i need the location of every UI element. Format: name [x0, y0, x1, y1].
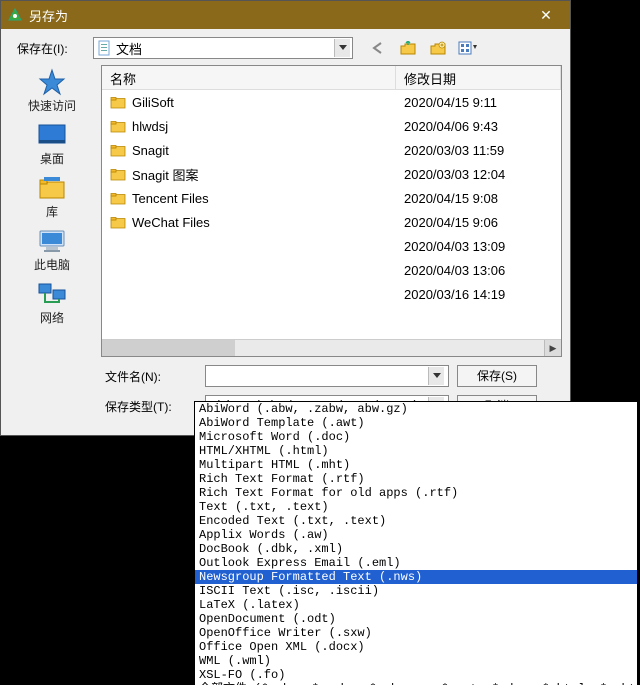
libraries-icon: [34, 173, 70, 203]
file-list-pane[interactable]: 名称 修改日期 GiliSoft 2020/04/15 9:11 hlwdsj 202…: [101, 65, 562, 357]
file-date: 2020/04/15 9:06: [396, 215, 561, 230]
file-date: 2020/04/03 13:09: [396, 239, 561, 254]
place-label: 网络: [40, 309, 64, 326]
filetype-option[interactable]: Newsgroup Formatted Text (.nws): [195, 570, 637, 584]
view-menu-button[interactable]: [457, 38, 479, 58]
place-label: 快速访问: [28, 97, 76, 114]
savein-label: 保存在(I):: [17, 40, 93, 57]
up-one-level-button[interactable]: [397, 38, 419, 58]
filetype-option[interactable]: HTML/XHTML (.html): [195, 444, 637, 458]
table-row[interactable]: Tencent Files 2020/04/15 9:08: [102, 186, 561, 210]
place-quick-access[interactable]: 快速访问: [17, 67, 87, 114]
horizontal-scrollbar[interactable]: ▶: [102, 339, 561, 356]
column-headers[interactable]: 名称 修改日期: [102, 66, 561, 90]
filetype-option[interactable]: XSL-FO (.fo): [195, 668, 637, 682]
save-as-dialog: 另存为 ✕ 保存在(I): 文档: [0, 0, 571, 436]
place-label: 此电脑: [34, 256, 70, 273]
filetype-option[interactable]: AbiWord Template (.awt): [195, 416, 637, 430]
file-name: hlwdsj: [132, 119, 168, 134]
filetype-option[interactable]: Outlook Express Email (.eml): [195, 556, 637, 570]
filetype-label: 保存类型(T):: [105, 398, 197, 415]
filetype-option[interactable]: Encoded Text (.txt, .text): [195, 514, 637, 528]
file-name: Tencent Files: [132, 191, 209, 206]
table-row[interactable]: Snagit 2020/03/03 11:59: [102, 138, 561, 162]
folder-icon: [110, 216, 126, 229]
savein-value: 文档: [116, 39, 334, 58]
table-row[interactable]: GiliSoft 2020/04/15 9:11: [102, 90, 561, 114]
table-row[interactable]: Snagit 图案 2020/03/03 12:04: [102, 162, 561, 186]
documents-icon: [96, 40, 112, 56]
folder-icon: [110, 96, 126, 109]
column-date[interactable]: 修改日期: [396, 66, 561, 89]
filetype-dropdown[interactable]: AbiWord (.abw, .zabw, abw.gz)AbiWord Tem…: [194, 401, 638, 685]
scroll-thumb[interactable]: [102, 340, 235, 356]
new-folder-button[interactable]: [427, 38, 449, 58]
column-name[interactable]: 名称: [102, 66, 396, 89]
savein-combo[interactable]: 文档: [93, 37, 353, 59]
filetype-option[interactable]: Microsoft Word (.doc): [195, 430, 637, 444]
filetype-option[interactable]: ISCII Text (.isc, .iscii): [195, 584, 637, 598]
filetype-option[interactable]: OpenOffice Writer (.sxw): [195, 626, 637, 640]
file-date: 2020/03/16 14:19: [396, 287, 561, 302]
desktop-icon: [34, 120, 70, 150]
table-row[interactable]: hlwdsj 2020/04/06 9:43: [102, 114, 561, 138]
place-this-pc[interactable]: 此电脑: [17, 226, 87, 273]
filetype-option[interactable]: Rich Text Format (.rtf): [195, 472, 637, 486]
filetype-option[interactable]: WML (.wml): [195, 654, 637, 668]
file-date: 2020/04/06 9:43: [396, 119, 561, 134]
save-button[interactable]: 保存(S): [457, 365, 537, 387]
filetype-option[interactable]: AbiWord (.abw, .zabw, abw.gz): [195, 402, 637, 416]
quick-access-icon: [34, 67, 70, 97]
place-libraries[interactable]: 库: [17, 173, 87, 220]
table-row[interactable]: 2020/03/16 14:19: [102, 282, 561, 306]
app-icon: [7, 7, 23, 23]
place-label: 桌面: [40, 150, 64, 167]
file-date: 2020/04/15 9:11: [396, 95, 561, 110]
window-title: 另存为: [29, 6, 528, 25]
scroll-right-arrow[interactable]: ▶: [544, 340, 561, 356]
place-desktop[interactable]: 桌面: [17, 120, 87, 167]
filetype-option[interactable]: Multipart HTML (.mht): [195, 458, 637, 472]
table-row[interactable]: 2020/04/03 13:06: [102, 258, 561, 282]
network-icon: [34, 279, 70, 309]
file-name: Snagit: [132, 143, 169, 158]
filetype-option[interactable]: Office Open XML (.docx): [195, 640, 637, 654]
back-button[interactable]: [367, 38, 389, 58]
folder-icon: [110, 120, 126, 133]
title-bar[interactable]: 另存为 ✕: [1, 1, 570, 29]
filename-label: 文件名(N):: [105, 368, 197, 385]
filetype-option[interactable]: DocBook (.dbk, .xml): [195, 542, 637, 556]
file-date: 2020/03/03 12:04: [396, 167, 561, 182]
filename-drop-icon[interactable]: [428, 367, 444, 385]
file-name: WeChat Files: [132, 215, 210, 230]
file-list[interactable]: GiliSoft 2020/04/15 9:11 hlwdsj 2020/04/06 …: [102, 90, 561, 339]
this-pc-icon: [34, 226, 70, 256]
nav-icons: [367, 38, 479, 58]
file-date: 2020/04/15 9:08: [396, 191, 561, 206]
place-label: 库: [46, 203, 58, 220]
savein-drop-icon[interactable]: [334, 39, 350, 57]
folder-icon: [110, 192, 126, 205]
table-row[interactable]: 2020/04/03 13:09: [102, 234, 561, 258]
filetype-option[interactable]: Rich Text Format for old apps (.rtf): [195, 486, 637, 500]
close-button[interactable]: ✕: [528, 4, 564, 26]
folder-icon: [110, 144, 126, 157]
file-date: 2020/03/03 11:59: [396, 143, 561, 158]
file-name: Snagit 图案: [132, 165, 198, 184]
places-bar: 快速访问 桌面 库 此电脑 网络: [9, 65, 95, 357]
filetype-option[interactable]: Applix Words (.aw): [195, 528, 637, 542]
filetype-option[interactable]: OpenDocument (.odt): [195, 612, 637, 626]
filetype-option[interactable]: Text (.txt, .text): [195, 500, 637, 514]
filetype-option[interactable]: LaTeX (.latex): [195, 598, 637, 612]
file-name: GiliSoft: [132, 95, 174, 110]
table-row[interactable]: WeChat Files 2020/04/15 9:06: [102, 210, 561, 234]
place-network[interactable]: 网络: [17, 279, 87, 326]
close-icon: ✕: [540, 7, 552, 24]
file-date: 2020/04/03 13:06: [396, 263, 561, 278]
folder-icon: [110, 168, 126, 181]
filename-combo[interactable]: [205, 365, 449, 387]
